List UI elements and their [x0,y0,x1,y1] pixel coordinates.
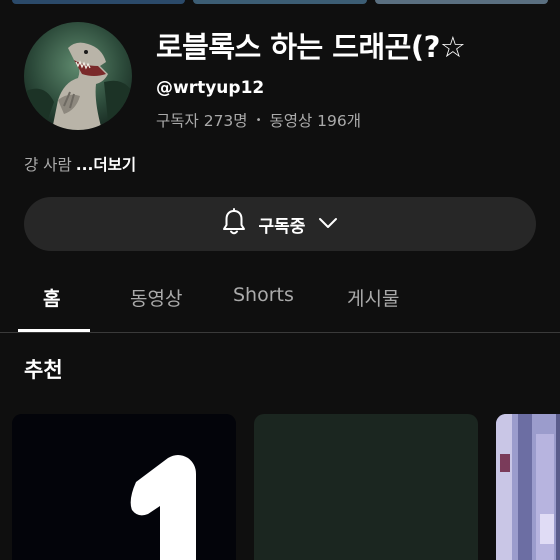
tab-shorts[interactable]: Shorts [233,270,294,333]
tab-videos[interactable]: 동영상 [130,270,182,333]
active-tab-indicator [18,329,90,332]
subscribed-button[interactable]: 구독중 [24,197,536,251]
video-thumbnail[interactable] [12,414,236,560]
tab-posts[interactable]: 게시물 [347,270,399,333]
chevron-down-icon [317,215,339,234]
dinosaur-avatar-image [24,22,132,130]
channel-description[interactable]: 걍 사람 ...더보기 [24,153,136,175]
stats-separator: • [255,114,262,126]
section-title: 추천 [24,358,63,382]
channel-name: 로블록스 하는 드래곤(?☆ [156,30,466,64]
subscriber-count: 구독자 273명 [156,112,248,130]
video-thumbnail[interactable] [496,414,560,560]
bell-icon [221,208,247,240]
video-thumbnail[interactable] [254,414,478,560]
previous-content-strip [0,0,560,4]
strip-block [193,0,367,4]
more-link[interactable]: ...더보기 [76,156,136,174]
strip-block [374,0,548,4]
tab-home[interactable]: 홈 [43,270,60,333]
video-count: 동영상 196개 [269,112,362,130]
subscribed-label: 구독중 [258,216,306,237]
channel-avatar[interactable] [24,22,132,130]
strip-block [12,0,186,4]
description-text: 걍 사람 [24,156,72,174]
thumbnail-number-graphic [12,414,236,560]
channel-tabs: 홈 동영상 Shorts 게시물 [0,270,560,333]
channel-handle: @wrtyup12 [156,78,265,98]
thumbnail-scene-graphic [496,414,560,560]
channel-stats: 구독자 273명 • 동영상 196개 [156,109,361,131]
